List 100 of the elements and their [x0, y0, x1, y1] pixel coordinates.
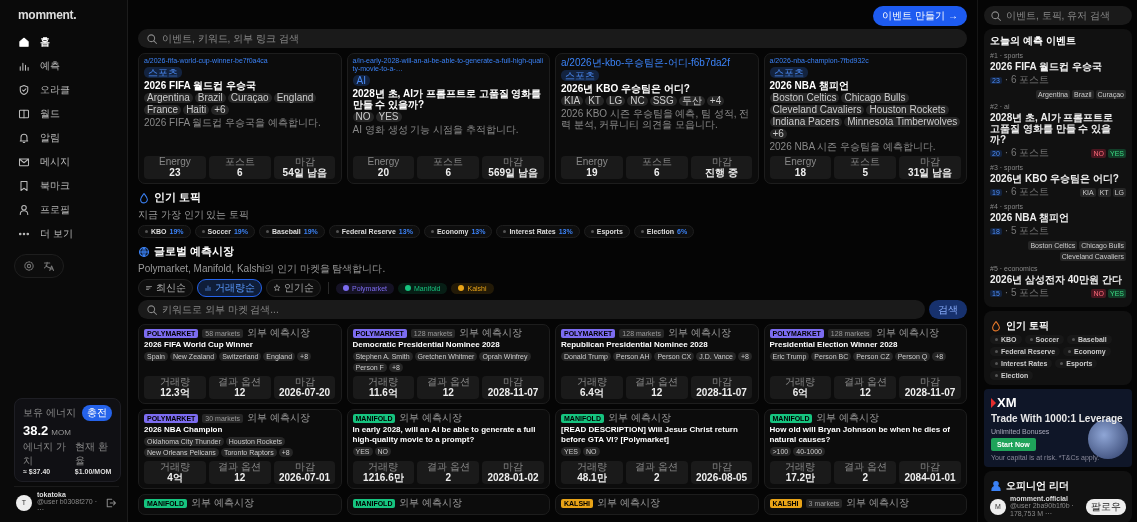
category-tag: 스포츠: [561, 70, 599, 81]
nav-item[interactable]: 메시지: [14, 152, 74, 172]
option-chip: NO: [352, 112, 374, 122]
search-field[interactable]: 이벤트, 키워드, 외부 링크 검색: [138, 29, 967, 48]
option-chip: +4: [706, 96, 725, 106]
nav-item[interactable]: 알림: [14, 128, 64, 148]
event-description: AI 영화 생성 기능 시점을 추적합니다.: [352, 124, 520, 135]
stat-box: 마감 진행 중: [690, 156, 753, 179]
stat-box: 마감 2084-01-01: [899, 461, 961, 484]
balance-amount: 38.2: [23, 423, 49, 438]
settings-icon: [23, 260, 35, 272]
market-title: Presidential Election Winner 2028: [769, 340, 899, 350]
stat-box: 마감 2026-08-05: [690, 461, 753, 484]
stat-box: 포스트 5: [834, 156, 897, 179]
stat-box: 포스트 6: [208, 156, 271, 179]
globe-icon: [138, 245, 150, 258]
option-chip: Cleveland Cavaliers: [769, 105, 865, 115]
option-chip: Boston Celtics: [769, 93, 840, 103]
market-title: Democratic Presidential Nominee 2028: [352, 340, 501, 350]
charge-button[interactable]: 충전: [82, 405, 112, 421]
event-card[interactable]: a/2026년-kbo-우승팀은-어디-f6b7da2f 스포츠 2026년 KBO 우승팀은 어디? KIA KT LG NC SSG 두산 +4 2026 KBO 시즌 우승팀을 예측, 팀 성적, 전력 분석, 커뮤니티 의견을 모읍니다. Energy 19 포스트 6 마감 진행 중: [555, 53, 759, 184]
nav-item[interactable]: 프로필: [14, 200, 74, 220]
option-chip: LG: [605, 96, 626, 106]
category-tag: 스포츠: [144, 67, 182, 78]
settings-button[interactable]: [21, 258, 37, 274]
market-label: 외부 예측시장: [247, 413, 310, 423]
option-chip: KIA: [561, 96, 584, 106]
event-link[interactable]: a/2026년-kbo-우승팀은-어디-f6b7da2f: [561, 57, 753, 68]
stat-box: Energy 20: [352, 156, 415, 179]
option-chip: 두산: [678, 96, 705, 106]
event-title[interactable]: 2026년 삼성전자 40만원 간다: [990, 274, 1126, 285]
market-label: 외부 예측시장: [399, 413, 463, 423]
sort-button[interactable]: 최신순: [138, 279, 193, 297]
event-title[interactable]: 2026년 KBO 우승팀은 어디?: [990, 173, 1126, 184]
stat-box: 마감 2028-11-07: [690, 376, 753, 399]
sort-button[interactable]: 인기순: [266, 279, 321, 297]
event-title[interactable]: 2028년 초, AI가 프롬프트로 고품질 영화를 만들 수 있을까?: [990, 112, 1126, 145]
market-label: 외부 예측시장: [597, 498, 660, 508]
section-title: 인기 토픽: [154, 190, 202, 205]
follow-button[interactable]: 팔로우: [1086, 498, 1126, 515]
search-field[interactable]: 키워드로 외부 마켓 검색...: [138, 300, 925, 319]
event-description: 2026 FIFA 월드컵 우승국을 예측합니다.: [144, 117, 322, 128]
event-title[interactable]: 2026 FIFA 월드컵 우승국: [990, 61, 1126, 72]
category-tag: 스포츠: [769, 67, 808, 78]
stat-box: 마감 54일 남음: [273, 156, 336, 179]
search-field[interactable]: 이벤트, 토픽, 유저 검색: [984, 6, 1132, 25]
post-count: · 5 포스트: [1004, 224, 1050, 238]
logout-button[interactable]: [105, 496, 117, 509]
event-title[interactable]: 2026 NBA 챔피언: [990, 212, 1126, 223]
market-label: 외부 예측시장: [607, 413, 671, 423]
nav-item[interactable]: 홈: [14, 32, 54, 52]
home-icon: [18, 36, 30, 48]
stat-box: 마감 2026-07-20: [273, 376, 336, 399]
option-chip: Curaçao: [227, 93, 272, 103]
sort-button[interactable]: 거래량순: [197, 279, 262, 297]
option-chip: Haiti: [183, 105, 210, 115]
sort-icon: [145, 284, 153, 292]
event-card[interactable]: [763, 53, 967, 184]
search-button[interactable]: 검색: [929, 300, 967, 319]
market-label: 외부 예측시장: [399, 498, 463, 508]
stat-box: 결과 옵션 2: [834, 461, 897, 484]
event-title: 2026년 KBO 우승팀은 어디?: [561, 83, 691, 94]
event-title: 2026 NBA 챔피언: [769, 80, 850, 91]
search-icon: [146, 303, 158, 316]
option-chip: YES: [375, 112, 402, 122]
nav-item[interactable]: 월드: [14, 104, 64, 124]
option-chip: Houston Rockets: [866, 105, 949, 115]
nav-item[interactable]: 북마크: [14, 176, 74, 196]
market-label: 외부 예측시장: [190, 498, 254, 508]
stat-box: Energy 23: [144, 156, 206, 179]
stat-box: 포스트 6: [625, 156, 688, 179]
option-chip: Minnesota Timberwolves: [844, 117, 961, 127]
stat-box: 마감 2026-07-01: [273, 461, 336, 484]
stat-box: 마감 31일 남음: [899, 156, 961, 179]
option-chip: France: [144, 105, 182, 115]
create-event-button[interactable]: 이벤트 만들기 →: [873, 6, 967, 26]
market-label: 외부 예측시장: [846, 498, 910, 508]
nav-item[interactable]: 예측: [14, 56, 64, 76]
stat-box: 거래량 17.2만: [769, 461, 832, 484]
market-title: 2026 NBA Champion: [144, 425, 224, 435]
market-label: 외부 예측시장: [459, 328, 523, 338]
bar-chart-icon: [18, 60, 30, 72]
person-icon: [990, 480, 1002, 492]
stat-box: 결과 옵션 2: [417, 461, 480, 484]
market-title: In early 2028, will an AI be able to generate a full high-quality movie to a prompt?: [352, 425, 537, 445]
option-chip: KT: [585, 96, 604, 106]
option-chip: Argentina: [144, 93, 193, 103]
nav-item[interactable]: 오라클: [14, 80, 74, 100]
event-description: 2026 NBA 시즌 우승팀을 예측합니다.: [769, 141, 937, 152]
stat-box: 거래량 11.6억: [352, 376, 415, 399]
shield-icon: [18, 84, 30, 96]
option-chip: SSG: [649, 96, 677, 106]
stat-box: 마감 2028-11-07: [482, 376, 544, 399]
event-description: 2026 KBO 시즌 우승팀을 예측, 팀 성적, 전력 분석, 커뮤니티 의견을 모읍니다.: [561, 108, 751, 130]
bar-chart-icon: [204, 284, 212, 292]
stat-box: 마감 2028-11-07: [899, 376, 961, 399]
stat-box: 거래량 48.1만: [561, 461, 623, 484]
market-title: How old will Bryan Johnson be when he dies of natural causes?: [769, 425, 951, 445]
option-chip: England: [273, 93, 317, 103]
nav-item[interactable]: 더 보기: [14, 224, 77, 244]
